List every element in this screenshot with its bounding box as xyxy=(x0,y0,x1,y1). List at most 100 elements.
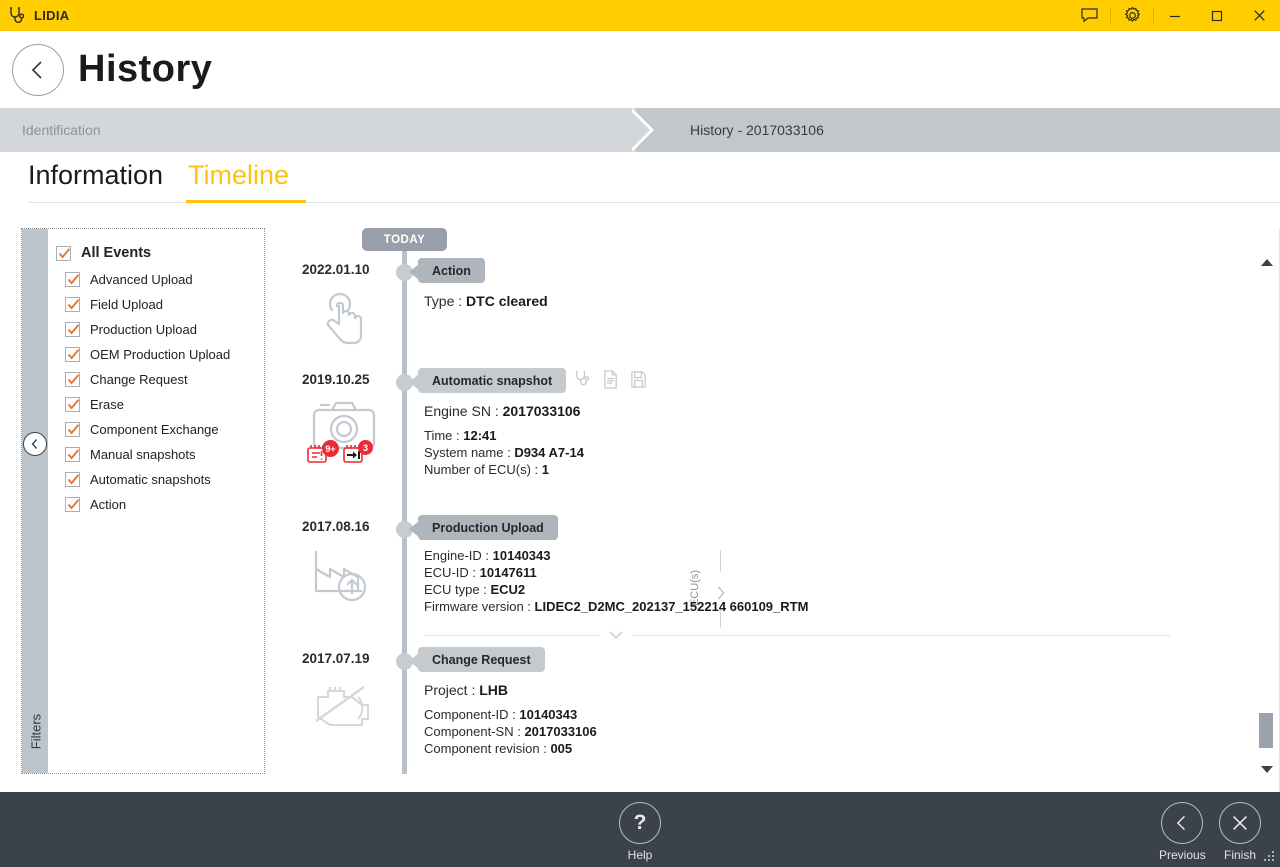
factory-upload-icon xyxy=(308,543,400,615)
content-area: Filters All Events Advanced Upload xyxy=(0,204,1280,792)
event-field-project: Project : LHB xyxy=(424,679,597,701)
event-type-badge: Production Upload xyxy=(418,515,558,540)
checkbox-box[interactable] xyxy=(65,322,80,337)
gear-icon[interactable] xyxy=(1111,0,1153,31)
triangle-up-icon[interactable] xyxy=(1260,258,1274,267)
event-fields: Engine SN : 2017033106 Time : 12:41 Syst… xyxy=(424,400,584,478)
timeline-axis xyxy=(402,248,407,774)
minimize-icon[interactable] xyxy=(1154,0,1196,31)
html-document-icon[interactable] xyxy=(602,370,619,394)
checkbox-box[interactable] xyxy=(65,297,80,312)
finish-label: Finish xyxy=(1224,848,1256,862)
field-key: ECU type : xyxy=(424,582,490,597)
checkmark-icon xyxy=(58,247,71,260)
field-value: 1 xyxy=(542,462,549,477)
close-icon[interactable] xyxy=(1238,0,1280,31)
camera-icon: 9+ 3 xyxy=(308,396,400,468)
filter-label: Field Upload xyxy=(90,297,163,312)
app-title: LIDIA xyxy=(34,8,69,23)
triangle-down-icon[interactable] xyxy=(1260,765,1274,774)
field-key: Component revision : xyxy=(424,741,550,756)
tab-timeline[interactable]: Timeline xyxy=(188,160,289,191)
back-button[interactable] xyxy=(12,44,64,96)
filter-checkbox-action[interactable]: Action xyxy=(65,492,258,517)
chevron-left-icon xyxy=(1161,802,1203,844)
filter-checkbox-erase[interactable]: Erase xyxy=(65,392,258,417)
filter-label: Automatic snapshots xyxy=(90,472,211,487)
event-fields: Type : DTC cleared xyxy=(424,290,548,312)
field-value: 12:41 xyxy=(463,428,496,443)
breadcrumb-step-identification[interactable]: Identification xyxy=(0,108,640,152)
today-badge: TODAY xyxy=(362,228,447,251)
breadcrumb: Identification History - 2017033106 xyxy=(0,108,1280,152)
field-value: 2017033106 xyxy=(503,403,581,419)
filter-checkbox-automatic-snapshots[interactable]: Automatic snapshots xyxy=(65,467,258,492)
footer-bar: ? Help Previous Finish xyxy=(0,792,1280,867)
breadcrumb-step-history[interactable]: History - 2017033106 xyxy=(636,108,1280,152)
filter-checkbox-change-request[interactable]: Change Request xyxy=(65,367,258,392)
field-value: 10140343 xyxy=(519,707,577,722)
filter-label: Manual snapshots xyxy=(90,447,196,462)
event-field-type: Type : DTC cleared xyxy=(424,290,548,312)
question-mark-icon: ? xyxy=(619,802,661,844)
divider-line-left xyxy=(424,635,600,636)
filter-label: Erase xyxy=(90,397,124,412)
maximize-icon[interactable] xyxy=(1196,0,1238,31)
tab-information[interactable]: Information xyxy=(28,160,163,191)
event-fields: Project : LHB Component-ID : 10140343 Co… xyxy=(424,679,597,757)
field-key: Component-ID : xyxy=(424,707,519,722)
field-key: Time : xyxy=(424,428,463,443)
field-value: 10140343 xyxy=(493,548,551,563)
filter-checkbox-all-events[interactable]: All Events xyxy=(56,239,258,267)
field-key: Engine SN : xyxy=(424,403,503,419)
filter-checkbox-oem-production-upload[interactable]: OEM Production Upload xyxy=(65,342,258,367)
field-value: ECU2 xyxy=(490,582,525,597)
chevron-down-icon xyxy=(608,629,624,641)
event-action-icons xyxy=(574,370,647,394)
page-header: History xyxy=(0,31,1280,108)
scrollbar-thumb[interactable] xyxy=(1259,713,1273,748)
filters-rail-label: Filters xyxy=(29,702,44,762)
checkbox-box[interactable] xyxy=(65,397,80,412)
help-button[interactable]: ? Help xyxy=(619,802,661,862)
filters-rail[interactable]: Filters xyxy=(22,229,48,773)
field-value: DTC cleared xyxy=(466,293,548,309)
filter-label: Production Upload xyxy=(90,322,197,337)
badge-count-9plus: 9+ xyxy=(322,440,339,457)
filter-checkbox-manual-snapshots[interactable]: Manual snapshots xyxy=(65,442,258,467)
event-date: 2019.10.25 xyxy=(290,372,398,387)
checkbox-box[interactable] xyxy=(65,272,80,287)
checkbox-box[interactable] xyxy=(56,246,71,261)
field-value: 2017033106 xyxy=(524,724,596,739)
filter-label: All Events xyxy=(81,245,151,261)
event-field-component-id: Component-ID : 10140343 xyxy=(424,706,597,723)
checkbox-box[interactable] xyxy=(65,347,80,362)
filter-checkbox-production-upload[interactable]: Production Upload xyxy=(65,317,258,342)
save-disk-icon[interactable] xyxy=(630,370,647,394)
chat-bubble-icon[interactable] xyxy=(1068,0,1110,31)
field-key: ECU-ID : xyxy=(424,565,480,580)
checkmark-icon xyxy=(67,448,80,461)
event-type-badge: Action xyxy=(418,258,485,283)
filter-checkbox-field-upload[interactable]: Field Upload xyxy=(65,292,258,317)
filter-checkbox-component-exchange[interactable]: Component Exchange xyxy=(65,417,258,442)
checkmark-icon xyxy=(67,273,80,286)
stethoscope-icon[interactable] xyxy=(574,370,591,394)
checkbox-box[interactable] xyxy=(65,472,80,487)
event-field-ecu-id: ECU-ID : 10147611 xyxy=(424,564,808,581)
filter-checkbox-advanced-upload[interactable]: Advanced Upload xyxy=(65,267,258,292)
vertical-scrollbar[interactable] xyxy=(1254,248,1280,778)
field-key: Number of ECU(s) : xyxy=(424,462,542,477)
checkmark-icon xyxy=(67,398,80,411)
previous-button[interactable]: Previous xyxy=(1159,802,1206,862)
checkbox-box[interactable] xyxy=(65,447,80,462)
checkbox-box[interactable] xyxy=(65,497,80,512)
collapse-filters-button[interactable] xyxy=(23,432,47,456)
checkbox-box[interactable] xyxy=(65,372,80,387)
checkbox-box[interactable] xyxy=(65,422,80,437)
resize-grip-icon[interactable] xyxy=(1262,849,1276,863)
event-field-firmware-version: Firmware version : LIDEC2_D2MC_202137_15… xyxy=(424,598,808,615)
finish-button[interactable]: Finish xyxy=(1219,802,1261,862)
hand-tap-icon xyxy=(308,286,400,358)
events-divider[interactable] xyxy=(424,629,1170,641)
